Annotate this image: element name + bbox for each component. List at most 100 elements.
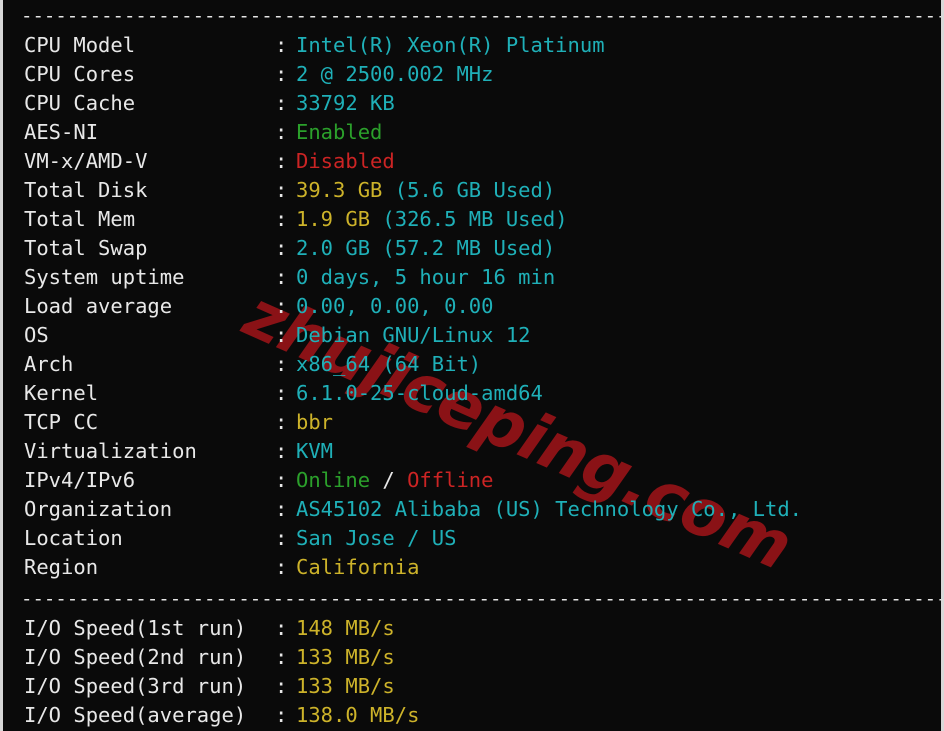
label-total-disk: Total Disk	[24, 178, 148, 202]
colon: :	[275, 178, 288, 202]
row-kernel: Kernel:6.1.0-25-cloud-amd64	[3, 379, 941, 408]
colon: :	[275, 497, 288, 521]
label-region: Region	[24, 555, 99, 579]
label-cpu-cache: CPU Cache	[24, 91, 136, 115]
value-load-average: 0.00, 0.00, 0.00	[296, 294, 494, 318]
label-io-speed-3rd: I/O Speed(3rd run)	[24, 674, 247, 698]
row-system-uptime: System uptime:0 days, 5 hour 16 min	[3, 263, 941, 292]
colon: :	[275, 410, 288, 434]
row-load-average: Load average:0.00, 0.00, 0.00	[3, 292, 941, 321]
ipv4-ipv6-separator: /	[370, 468, 408, 492]
label-io-speed-1st: I/O Speed(1st run)	[24, 616, 247, 640]
label-system-uptime: System uptime	[24, 265, 185, 289]
row-vmx-amdv: VM-x/AMD-V: Disabled	[3, 147, 941, 176]
value-io-speed-2nd: 133 MB/s	[296, 645, 395, 669]
label-cpu-cores: CPU Cores	[24, 62, 136, 86]
colon: :	[275, 439, 288, 463]
row-io-speed-1st: I/O Speed(1st run):148 MB/s	[3, 614, 941, 643]
value-region: California	[296, 555, 420, 579]
colon: :	[275, 526, 288, 550]
value-ipv4-status: Online	[296, 468, 371, 492]
colon: :	[275, 236, 288, 260]
colon: :	[275, 674, 288, 698]
row-cpu-cores: CPU Cores:2 @ 2500.002 MHz	[3, 60, 941, 89]
row-tcp-cc: TCP CC: bbr	[3, 408, 941, 437]
row-io-speed-2nd: I/O Speed(2nd run):133 MB/s	[3, 643, 941, 672]
row-arch: Arch: x86_64 (64 Bit)	[3, 350, 941, 379]
value-vmx-amdv: Disabled	[296, 149, 395, 173]
label-ipv4-ipv6: IPv4/IPv6	[24, 468, 136, 492]
row-virtualization: Virtualization: KVM	[3, 437, 941, 466]
colon: :	[275, 149, 288, 173]
row-ipv4-ipv6: IPv4/IPv6: Online / Offline	[3, 466, 941, 495]
row-io-speed-3rd: I/O Speed(3rd run):133 MB/s	[3, 672, 941, 701]
label-total-swap: Total Swap	[24, 236, 148, 260]
label-os: OS	[24, 323, 49, 347]
value-io-speed-average: 138.0 MB/s	[296, 703, 420, 727]
row-os: OS: Debian GNU/Linux 12	[3, 321, 941, 350]
value-total-swap: 2.0 GB (57.2 MB Used)	[296, 236, 556, 260]
value-total-mem-used: (326.5 MB Used)	[370, 207, 568, 231]
label-aes-ni: AES-NI	[24, 120, 99, 144]
row-cpu-cache: CPU Cache:33792 KB	[3, 89, 941, 118]
label-load-average: Load average	[24, 294, 173, 318]
value-cpu-cores: 2 @ 2500.002 MHz	[296, 62, 494, 86]
separator-middle: ----------------------------------------…	[21, 588, 941, 610]
row-total-disk: Total Disk:39.3 GB (5.6 GB Used)	[3, 176, 941, 205]
colon: :	[275, 703, 288, 727]
label-total-mem: Total Mem	[24, 207, 136, 231]
label-arch: Arch	[24, 352, 74, 376]
label-io-speed-2nd: I/O Speed(2nd run)	[24, 645, 247, 669]
value-system-uptime: 0 days, 5 hour 16 min	[296, 265, 556, 289]
value-total-mem: 1.9 GB	[296, 207, 371, 231]
row-location: Location: San Jose / US	[3, 524, 941, 553]
row-cpu-model: CPU Model: Intel(R) Xeon(R) Platinum	[3, 31, 941, 60]
value-total-disk-used: (5.6 GB Used)	[382, 178, 556, 202]
value-kernel: 6.1.0-25-cloud-amd64	[296, 381, 543, 405]
value-cpu-model: Intel(R) Xeon(R) Platinum	[296, 33, 605, 57]
colon: :	[275, 381, 288, 405]
label-location: Location	[24, 526, 123, 550]
colon: :	[275, 62, 288, 86]
terminal-window: zhujiceping.com ------------------------…	[0, 0, 944, 731]
label-organization: Organization	[24, 497, 173, 521]
value-io-speed-3rd: 133 MB/s	[296, 674, 395, 698]
colon: :	[275, 120, 288, 144]
row-region: Region: California	[3, 553, 941, 582]
value-location: San Jose / US	[296, 526, 457, 550]
label-io-speed-average: I/O Speed(average)	[24, 703, 247, 727]
row-total-mem: Total Mem:1.9 GB (326.5 MB Used)	[3, 205, 941, 234]
colon: :	[275, 294, 288, 318]
value-virtualization: KVM	[296, 439, 334, 463]
colon: :	[275, 645, 288, 669]
label-virtualization: Virtualization	[24, 439, 197, 463]
value-tcp-cc: bbr	[296, 410, 334, 434]
label-vmx-amdv: VM-x/AMD-V	[24, 149, 148, 173]
value-os: Debian GNU/Linux 12	[296, 323, 531, 347]
colon: :	[275, 91, 288, 115]
colon: :	[275, 616, 288, 640]
colon: :	[275, 207, 288, 231]
colon: :	[275, 33, 288, 57]
label-tcp-cc: TCP CC	[24, 410, 99, 434]
value-aes-ni: Enabled	[296, 120, 383, 144]
row-organization: Organization: AS45102 Alibaba (US) Techno…	[3, 495, 941, 524]
colon: :	[275, 555, 288, 579]
value-ipv6-status: Offline	[407, 468, 494, 492]
label-cpu-model: CPU Model	[24, 33, 136, 57]
value-arch: x86_64 (64 Bit)	[296, 352, 482, 376]
value-organization: AS45102 Alibaba (US) Technology Co., Ltd…	[296, 497, 803, 521]
colon: :	[275, 265, 288, 289]
value-io-speed-1st: 148 MB/s	[296, 616, 395, 640]
row-aes-ni: AES-NI: Enabled	[3, 118, 941, 147]
colon: :	[275, 323, 288, 347]
row-io-speed-average: I/O Speed(average):138.0 MB/s	[3, 701, 941, 730]
terminal-content: ----------------------------------------…	[3, 2, 941, 731]
colon: :	[275, 468, 288, 492]
value-total-disk: 39.3 GB	[296, 178, 383, 202]
value-cpu-cache: 33792 KB	[296, 91, 395, 115]
colon: :	[275, 352, 288, 376]
row-total-swap: Total Swap:2.0 GB (57.2 MB Used)	[3, 234, 941, 263]
separator-top: ----------------------------------------…	[21, 5, 941, 27]
label-kernel: Kernel	[24, 381, 99, 405]
